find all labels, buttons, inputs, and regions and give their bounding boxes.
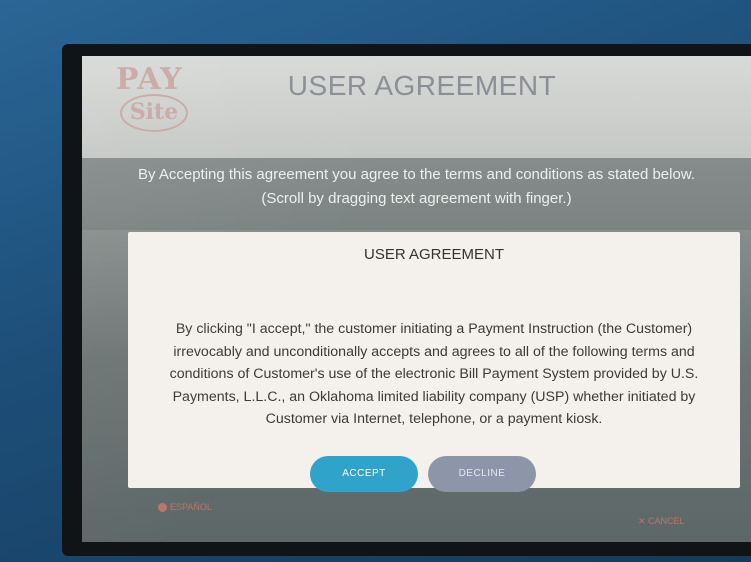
logo-site-text: Site	[120, 94, 188, 132]
agreement-line: irrevocably and unconditionally accepts …	[173, 343, 695, 360]
agreement-text: By clicking "I accept," the customer ini…	[132, 318, 736, 431]
agreement-line: Customer via Internet, telephone, or a p…	[265, 411, 603, 427]
logo-pay-text: PAY	[116, 62, 183, 97]
agreement-line: Payments, L.L.C., an Oklahoma limited li…	[172, 388, 696, 405]
agreement-line: By clicking "I accept," the customer ini…	[175, 321, 693, 337]
language-button[interactable]: ESPAÑOL	[158, 502, 212, 513]
paysite-logo: PAY Site	[112, 62, 202, 132]
notice-bar: By Accepting this agreement you agree to…	[82, 158, 751, 230]
language-label: ESPAÑOL	[170, 502, 212, 512]
header: PAY Site USER AGREEMENT	[82, 56, 751, 158]
notice-line-2: (Scroll by dragging text agreement with …	[261, 190, 572, 207]
kiosk-screen: PAY Site USER AGREEMENT By Accepting thi…	[82, 56, 751, 542]
agreement-line: conditions of Customer's use of the elec…	[169, 366, 699, 382]
notice-line-1: By Accepting this agreement you agree to…	[138, 166, 695, 183]
page-title: USER AGREEMENT	[287, 70, 557, 101]
agreement-heading: USER AGREEMENT	[363, 246, 505, 263]
accept-button[interactable]: ACCEPT	[310, 456, 418, 492]
agreement-scroll-area[interactable]: USER AGREEMENT By clicking "I accept," t…	[128, 232, 740, 488]
language-icon	[158, 503, 167, 513]
decline-button[interactable]: DECLINE	[428, 456, 536, 492]
cancel-button[interactable]: ✕ CANCEL	[638, 516, 685, 527]
